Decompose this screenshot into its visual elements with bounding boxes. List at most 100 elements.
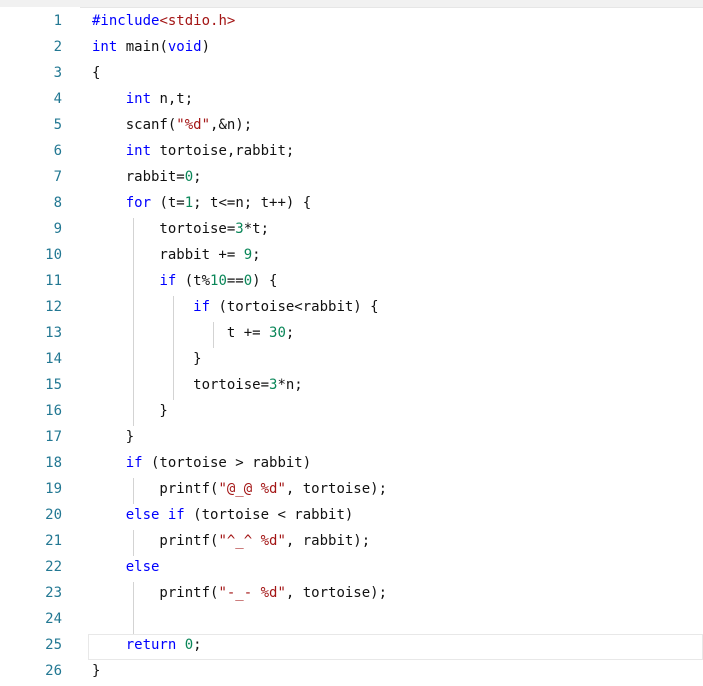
code-token: for [125,195,152,211]
code-token: "^_^ %d" [218,533,286,549]
code-token: } [92,351,202,367]
code-line[interactable]: 23 printf("-_- %d", tortoise); [0,580,703,606]
line-number: 22 [45,559,62,575]
code-line[interactable]: 25 return 0; [0,632,703,658]
code-line[interactable]: 4 int n,t; [0,86,703,112]
code-text[interactable]: tortoise=3*t; [92,216,269,242]
code-editor[interactable]: 1 #include<stdio.h> 2 int main(void) 3{4 int… [0,0,703,686]
line-number: 9 [53,221,62,237]
code-token: } [92,663,101,679]
code-text[interactable]: } [92,424,134,450]
code-text[interactable]: for (t=1; t<=n; t++) { [92,190,311,216]
code-line[interactable]: 8 for (t=1; t<=n; t++) { [0,190,703,216]
code-text[interactable]: int tortoise,rabbit; [92,138,295,164]
code-token: (t% [176,273,211,289]
code-token: rabbit= [92,169,185,185]
code-line[interactable]: 24 [0,606,703,632]
code-line[interactable]: 5 scanf("%d",&n); [0,112,703,138]
code-token: (t= [151,195,185,211]
code-line[interactable]: 13 t += 30; [0,320,703,346]
code-token: 0 [184,169,194,185]
code-line[interactable]: 1 #include<stdio.h> [0,8,703,34]
line-number: 4 [53,91,62,107]
code-token: printf( [92,481,219,497]
line-number: 26 [45,663,62,679]
code-line[interactable]: 16 } [0,398,703,424]
code-text[interactable]: int n,t; [92,86,193,112]
line-number: 8 [53,195,62,211]
code-text[interactable]: printf("@_@ %d", tortoise); [92,476,387,502]
code-token: == [226,273,244,289]
code-token: return [125,637,177,653]
code-line[interactable]: 9 tortoise=3*t; [0,216,703,242]
code-text[interactable]: int main(void) [92,34,210,60]
line-number: 12 [45,299,62,315]
code-line[interactable]: 12 if (tortoise<rabbit) { [0,294,703,320]
code-line[interactable]: 3{ [0,60,703,86]
code-token: "-_- %d" [218,585,286,601]
code-line[interactable]: 7 rabbit=0; [0,164,703,190]
code-token: 9 [243,247,253,263]
line-number: 17 [45,429,62,445]
code-token: , tortoise); [285,585,388,601]
code-text[interactable]: return 0; [92,632,202,658]
code-token: "%d" [176,117,211,133]
code-text[interactable]: t += 30; [92,320,294,346]
code-line[interactable]: 2 int main(void) [0,34,703,60]
code-token: ; [193,169,202,185]
code-text[interactable]: else [92,554,160,580]
code-line[interactable]: 6 int tortoise,rabbit; [0,138,703,164]
code-token: (tortoise < rabbit) [184,507,354,523]
code-token: 1 [184,195,194,211]
line-number: 21 [45,533,62,549]
code-text[interactable]: printf("^_^ %d", rabbit); [92,528,370,554]
code-text[interactable]: tortoise=3*n; [92,372,303,398]
code-line[interactable]: 20 else if (tortoise < rabbit) [0,502,703,528]
line-number: 7 [53,169,62,185]
code-text[interactable]: printf("-_- %d", tortoise); [92,580,387,606]
code-token: (tortoise<rabbit) { [210,299,379,315]
code-text[interactable]: if (t%10==0) { [92,268,277,294]
code-line[interactable]: 19 printf("@_@ %d", tortoise); [0,476,703,502]
code-text[interactable]: scanf("%d",&n); [92,112,252,138]
line-number: 24 [45,611,62,627]
code-text[interactable]: rabbit=0; [92,164,202,190]
line-number: 23 [45,585,62,601]
code-token: if [193,299,211,315]
line-number: 19 [45,481,62,497]
code-line[interactable]: 11 if (t%10==0) { [0,268,703,294]
code-token: , tortoise); [285,481,388,497]
code-token: int [125,143,152,159]
code-line[interactable]: 10 rabbit += 9; [0,242,703,268]
code-line[interactable]: 18 if (tortoise > rabbit) [0,450,703,476]
code-token: tortoise= [92,221,236,237]
code-text[interactable]: rabbit += 9; [92,242,261,268]
code-token: scanf( [92,117,177,133]
line-number: 15 [45,377,62,393]
code-text[interactable]: #include<stdio.h> [92,8,235,34]
line-number: 1 [53,13,62,29]
code-token: ; [252,247,261,263]
code-text[interactable]: if (tortoise<rabbit) { [92,294,379,320]
code-text[interactable]: else if (tortoise < rabbit) [92,502,354,528]
code-text[interactable]: if (tortoise > rabbit) [92,450,311,476]
code-line[interactable]: 17 } [0,424,703,450]
code-token: if [125,455,143,471]
code-text[interactable]: } [92,398,167,424]
code-token: *t; [243,221,270,237]
code-line[interactable]: 26} [0,658,703,684]
code-text[interactable]: } [92,658,100,684]
code-line[interactable]: 15 tortoise=3*n; [0,372,703,398]
code-token: tortoise,rabbit; [151,143,295,159]
code-line[interactable]: 14 } [0,346,703,372]
code-token: main( [117,39,168,55]
code-token: ,&n); [210,117,253,133]
code-text[interactable]: { [92,60,100,86]
code-line[interactable]: 21 printf("^_^ %d", rabbit); [0,528,703,554]
code-text[interactable]: } [92,346,202,372]
code-line[interactable]: 22 else [0,554,703,580]
